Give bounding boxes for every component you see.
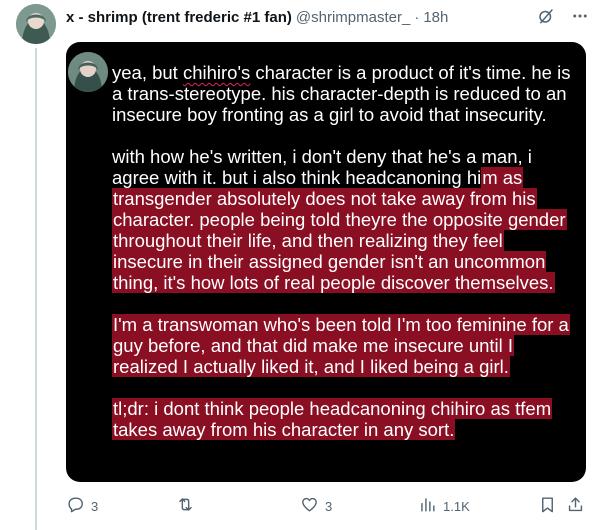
tweet-header: x - shrimp (trent frederic #1 fan) @shri… bbox=[66, 6, 590, 28]
repost-icon bbox=[176, 495, 195, 517]
thread-line bbox=[35, 48, 37, 530]
spellcheck-word: chihiro's bbox=[182, 62, 251, 83]
image-avatar bbox=[68, 52, 108, 92]
separator-dot: · bbox=[414, 8, 420, 26]
views-count: 1.1K bbox=[443, 498, 470, 514]
highlighted-text: tl;dr: i dont think people headcanoning … bbox=[112, 398, 553, 440]
reply-icon bbox=[66, 495, 85, 517]
highlighted-text: I'm a transwoman who's been told I'm too… bbox=[112, 314, 570, 377]
views-button[interactable]: 1.1K bbox=[418, 495, 470, 517]
image-paragraph-4: tl;dr: i dont think people headcanoning … bbox=[112, 398, 574, 440]
attached-image[interactable]: yea, but chihiro's character is a produc… bbox=[66, 42, 586, 482]
image-paragraph-3: I'm a transwoman who's been told I'm too… bbox=[112, 314, 574, 377]
user-handle[interactable]: @shrimpmaster_ bbox=[296, 9, 410, 26]
bookmark-icon bbox=[538, 495, 557, 517]
bookmark-button[interactable] bbox=[538, 495, 557, 517]
grok-icon[interactable] bbox=[536, 6, 556, 26]
share-icon bbox=[566, 495, 585, 517]
image-paragraph-2: with how he's written, i don't deny that… bbox=[112, 146, 567, 293]
image-text: yea, but chihiro's character is a produc… bbox=[112, 62, 574, 440]
reply-button[interactable]: 3 bbox=[66, 495, 98, 517]
timestamp[interactable]: 18h bbox=[423, 9, 448, 26]
heart-icon bbox=[300, 495, 319, 517]
views-icon bbox=[418, 495, 437, 517]
reply-count: 3 bbox=[91, 498, 99, 514]
display-name[interactable]: x - shrimp (trent frederic #1 fan) bbox=[66, 9, 292, 26]
repost-button[interactable] bbox=[176, 495, 201, 517]
like-count: 3 bbox=[325, 498, 333, 514]
image-paragraph-1: yea, but chihiro's character is a produc… bbox=[112, 62, 571, 125]
like-button[interactable]: 3 bbox=[300, 495, 332, 517]
avatar[interactable] bbox=[16, 4, 56, 44]
more-icon[interactable] bbox=[570, 6, 590, 26]
share-button[interactable] bbox=[566, 495, 585, 517]
tweet-actions: 3 3 1.1K bbox=[66, 494, 586, 518]
